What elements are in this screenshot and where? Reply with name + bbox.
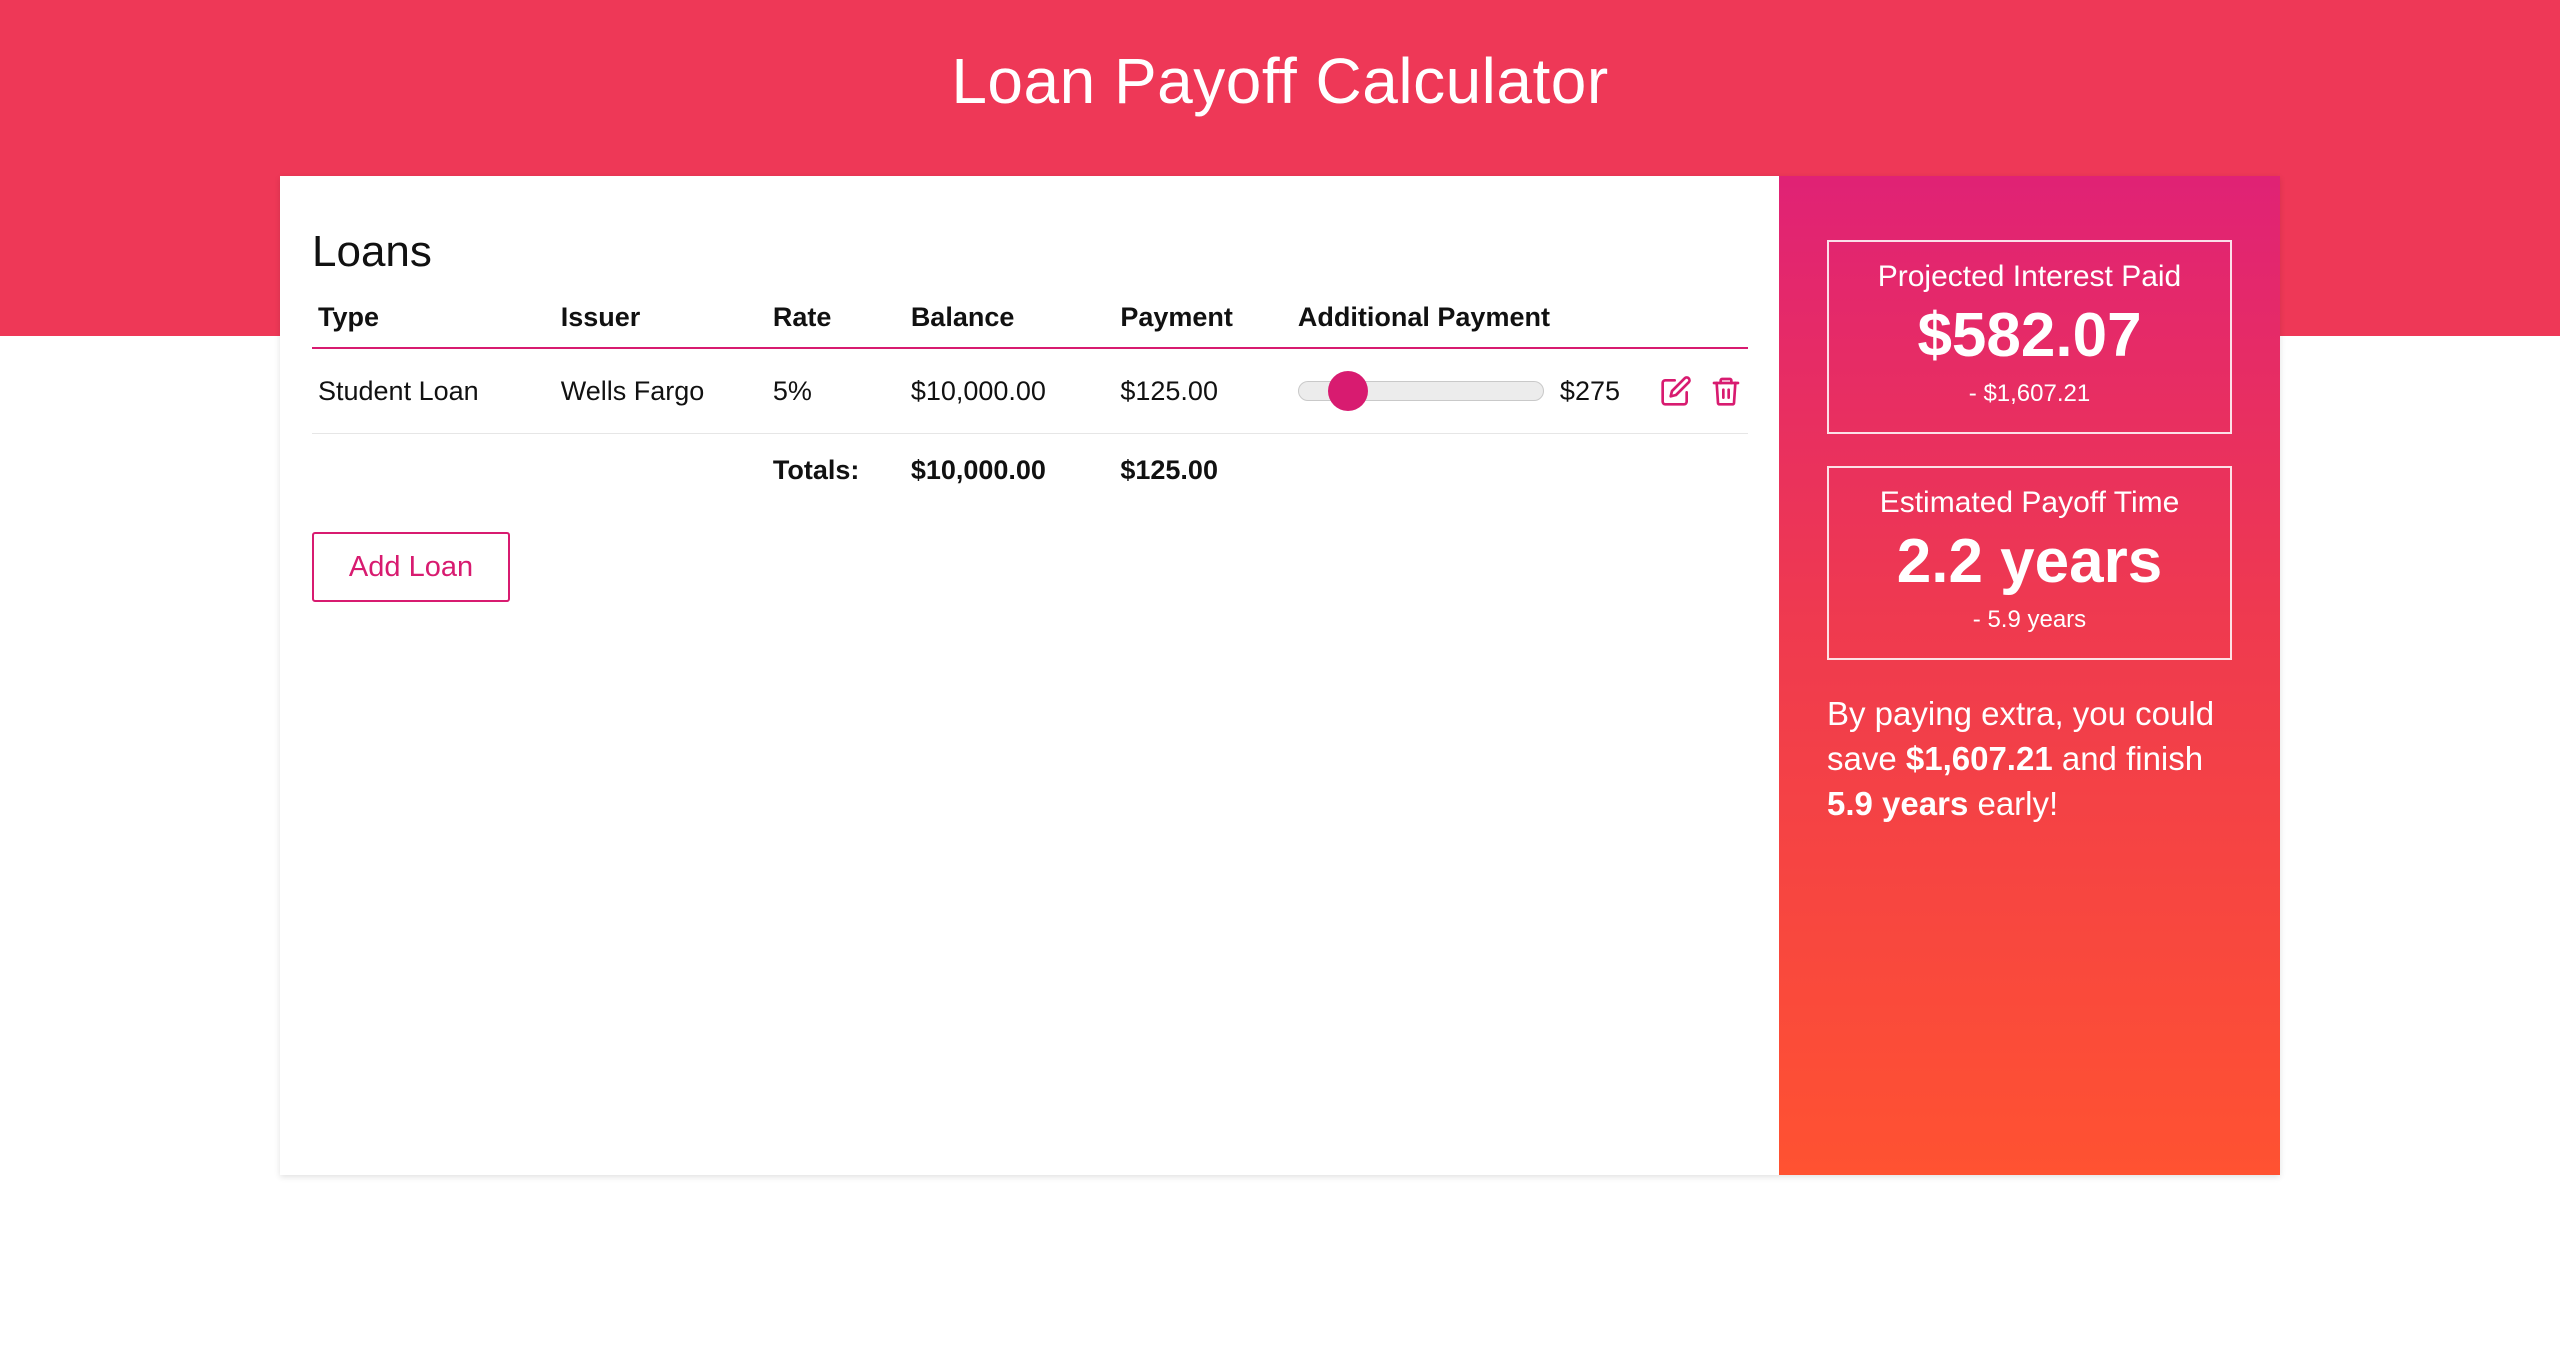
totals-balance: $10,000.00 — [910, 454, 1046, 485]
row-actions — [1660, 375, 1742, 407]
loans-heading: Loans — [312, 227, 432, 276]
summary-panel: Projected Interest Paid $582.07 - $1,607… — [1779, 176, 2280, 1175]
calculator-card: Loans Type Issuer Rate Balance Payment A… — [280, 176, 2280, 1175]
additional-payment-value: $275 — [1559, 375, 1620, 406]
totals-row: Totals: $10,000.00 $125.00 — [312, 434, 1748, 507]
table-row: Student Loan Wells Fargo 5% $10,000.00 $… — [312, 348, 1748, 435]
payoff-value: 2.2 years — [1896, 527, 2163, 597]
column-header-rate: Rate — [766, 302, 905, 350]
interest-label: Projected Interest Paid — [1877, 260, 2182, 293]
additional-payment-slider[interactable] — [1297, 371, 1544, 412]
payoff-stat-box: Estimated Payoff Time 2.2 years - 5.9 ye… — [1827, 466, 2232, 661]
loan-balance: $10,000.00 — [904, 348, 1115, 435]
loan-type: Student Loan — [312, 348, 555, 435]
totals-label: Totals: — [772, 454, 860, 485]
loan-issuer: Wells Fargo — [554, 348, 767, 435]
savings-message: By paying extra, you could save $1,607.2… — [1827, 692, 2237, 827]
table-header-row: Type Issuer Rate Balance Payment Additio… — [312, 302, 1748, 350]
loan-payment: $125.00 — [1114, 348, 1292, 435]
edit-icon[interactable] — [1660, 375, 1692, 407]
column-header-balance: Balance — [904, 302, 1115, 350]
add-loan-button[interactable]: Add Loan — [312, 532, 510, 603]
message-time: 5.9 years — [1827, 785, 1969, 823]
app-title: Loan Payoff Calculator — [951, 45, 1609, 117]
column-header-payment: Payment — [1114, 302, 1292, 350]
payoff-delta: - 5.9 years — [1972, 606, 2087, 634]
slider-thumb[interactable] — [1327, 371, 1368, 412]
column-header-type: Type — [312, 302, 555, 350]
additional-payment-controls: $275 — [1297, 349, 1742, 433]
loan-rate: 5% — [766, 348, 905, 435]
payoff-label: Estimated Payoff Time — [1879, 486, 2180, 520]
message-savings: $1,607.21 — [1905, 740, 2053, 778]
message-part-2: and finish — [2052, 740, 2204, 778]
totals-payment: $125.00 — [1120, 454, 1218, 485]
interest-delta: - $1,607.21 — [1968, 380, 2091, 408]
interest-stat-box: Projected Interest Paid $582.07 - $1,607… — [1827, 240, 2232, 435]
message-part-3: early! — [1968, 785, 2059, 823]
additional-payment-cell: $275 — [1291, 348, 1748, 435]
loans-table: Type Issuer Rate Balance Payment Additio… — [312, 302, 1748, 506]
column-header-issuer: Issuer — [554, 302, 767, 350]
loans-panel: Loans Type Issuer Rate Balance Payment A… — [280, 176, 1779, 1175]
interest-value: $582.07 — [1917, 301, 2142, 370]
column-header-additional-payment: Additional Payment — [1291, 302, 1748, 350]
trash-icon[interactable] — [1710, 375, 1742, 407]
